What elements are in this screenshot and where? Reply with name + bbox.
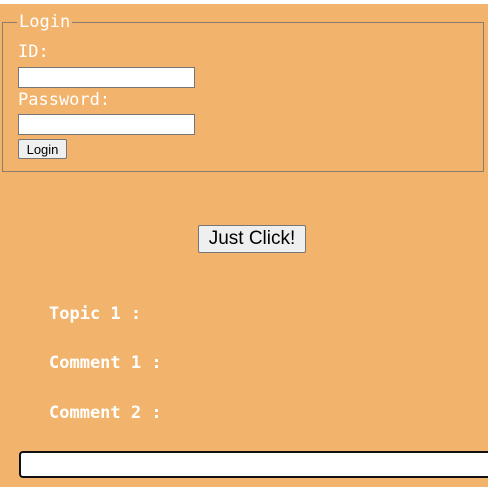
id-input[interactable] bbox=[18, 67, 195, 88]
password-input[interactable] bbox=[18, 114, 195, 135]
login-legend: Login bbox=[19, 12, 71, 32]
comment-2-label: Comment 2 : bbox=[49, 403, 162, 423]
top-strip bbox=[0, 0, 488, 4]
topic-label: Topic 1 : bbox=[49, 304, 142, 324]
id-label: ID: bbox=[18, 42, 49, 62]
comment-1-label: Comment 1 : bbox=[49, 353, 162, 373]
login-button[interactable]: Login bbox=[18, 139, 67, 159]
password-label: Password: bbox=[18, 90, 111, 110]
just-click-button[interactable]: Just Click! bbox=[198, 225, 306, 253]
comment-input[interactable] bbox=[19, 451, 488, 478]
